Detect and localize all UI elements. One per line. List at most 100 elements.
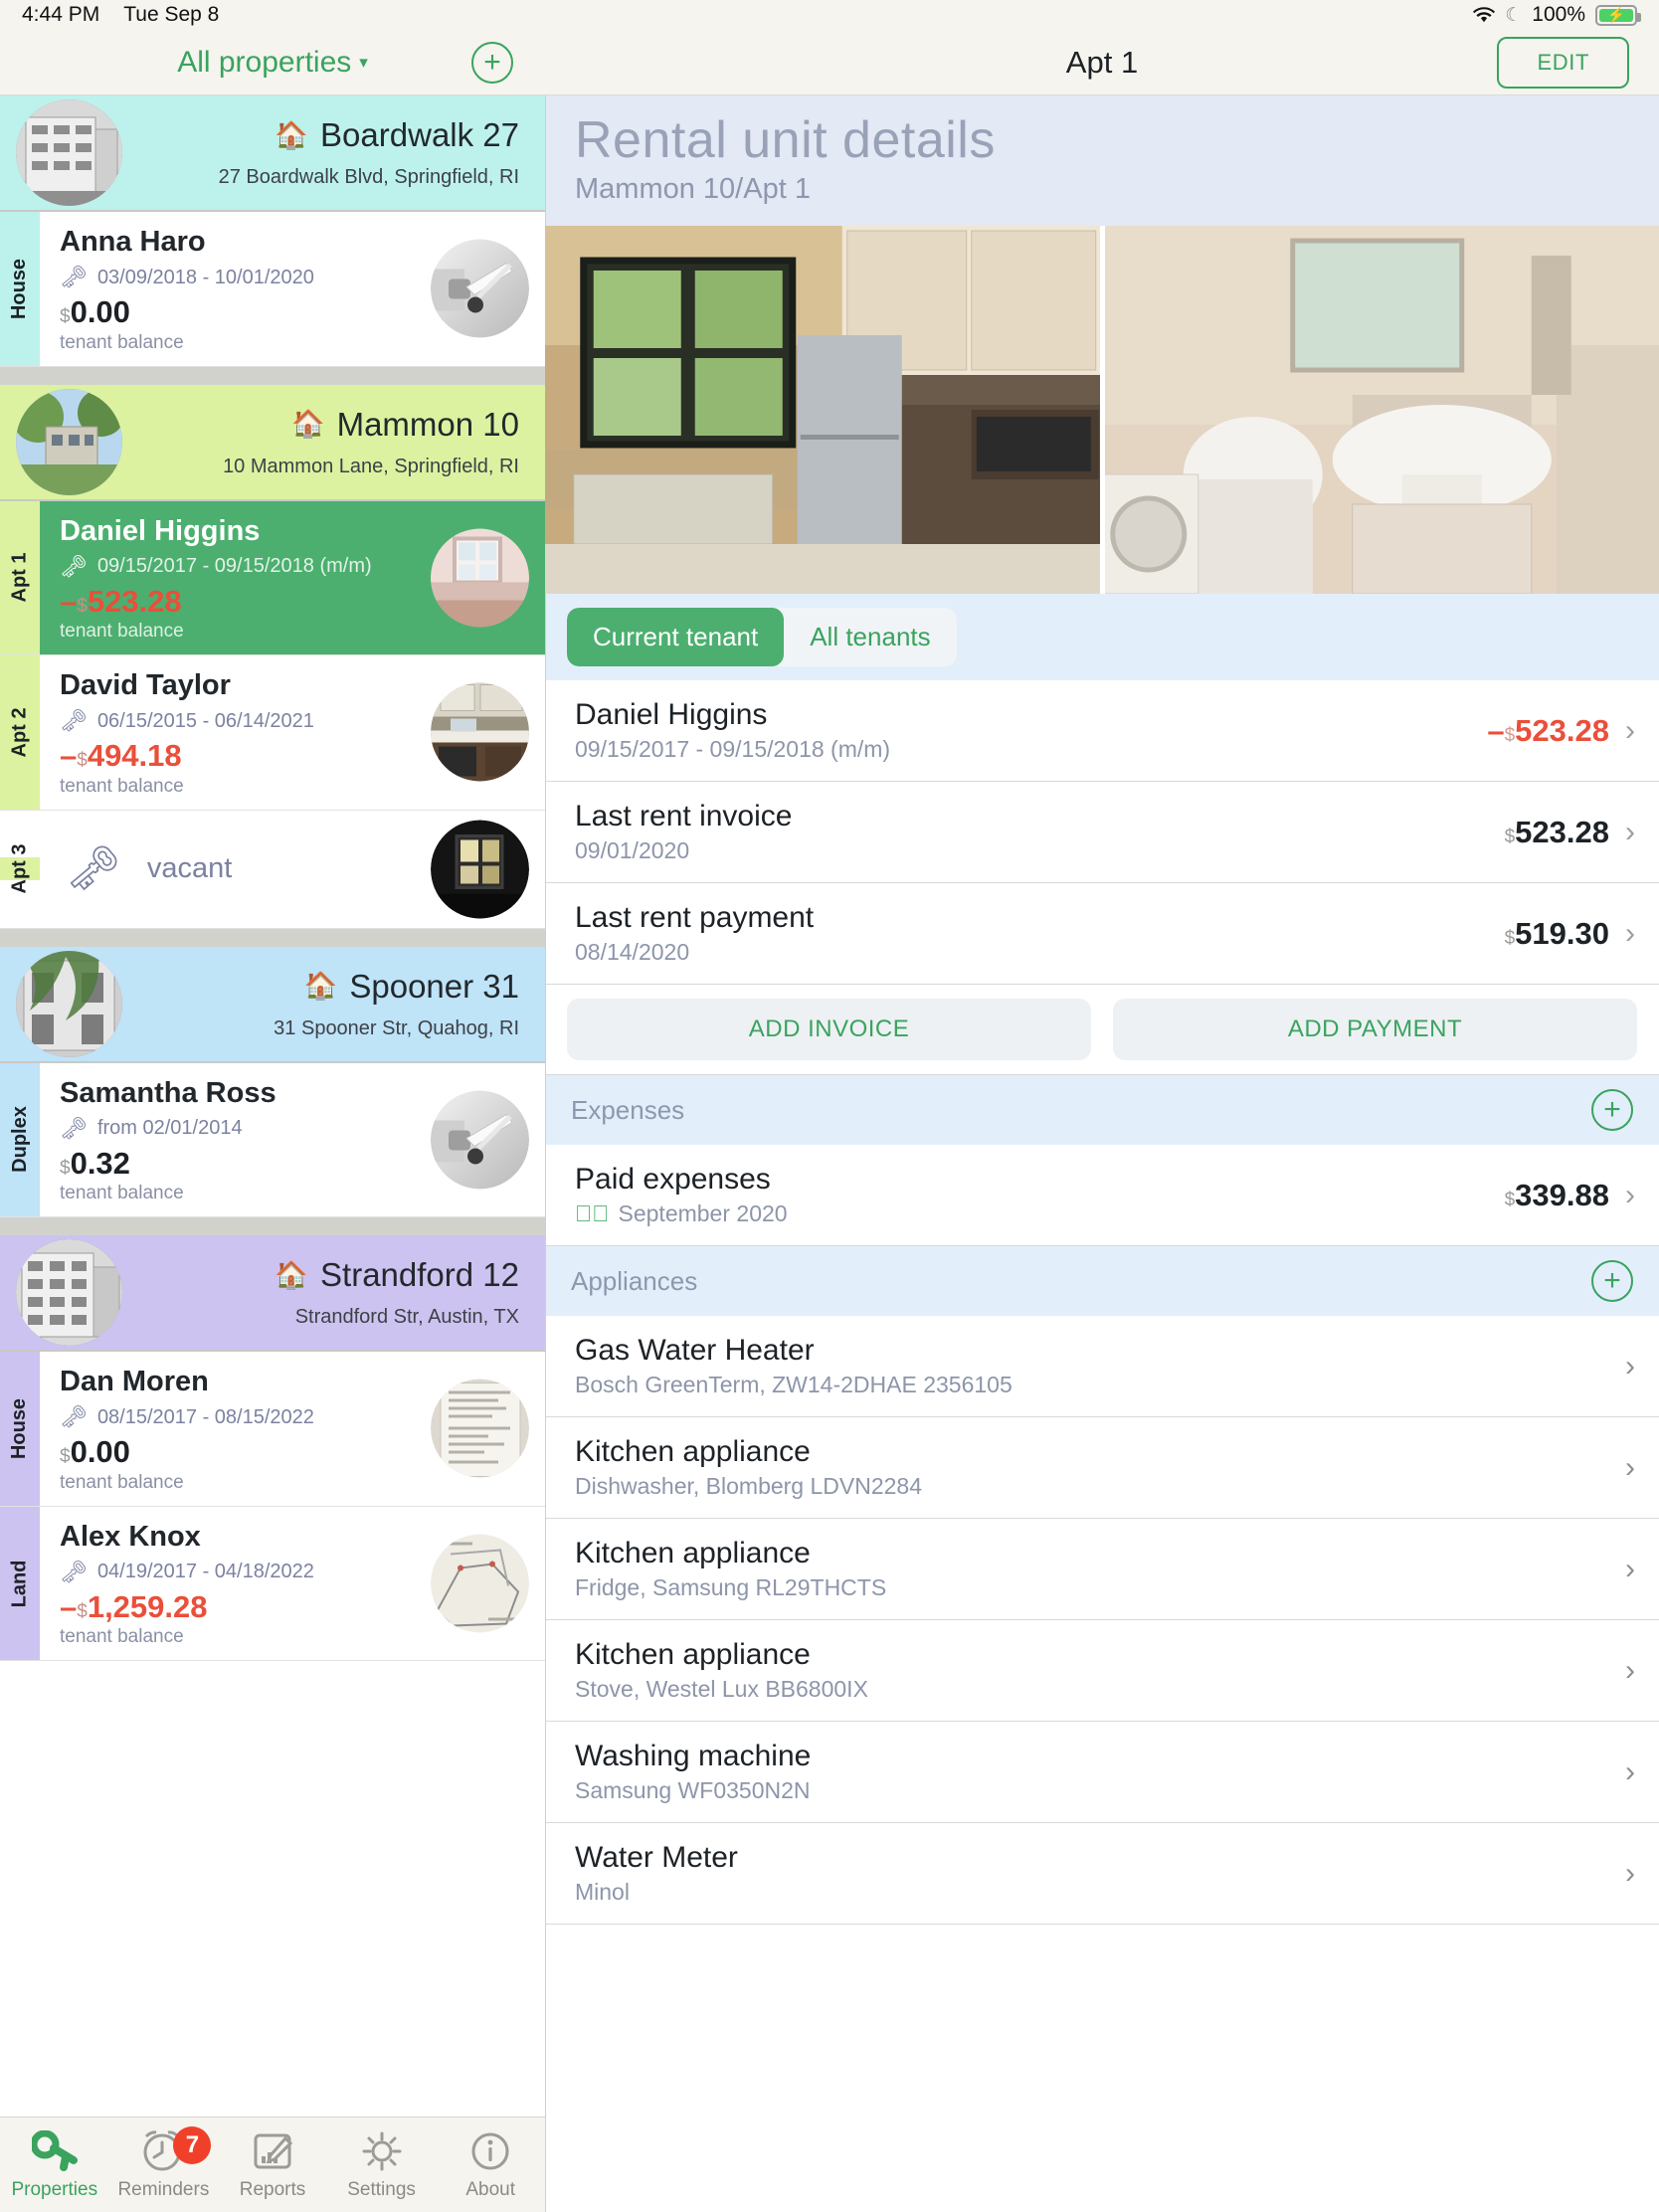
unit-tag: House <box>0 212 40 366</box>
edit-button[interactable]: EDIT <box>1497 36 1629 89</box>
unit-tag: Apt 1 <box>0 500 40 655</box>
section-gap <box>0 1217 545 1236</box>
appliance-title: Kitchen appliance <box>575 1638 811 1672</box>
tab-all-tenants[interactable]: All tenants <box>784 608 956 666</box>
tenant-summary-row[interactable]: Last rent invoice 09/01/2020 $523.28 › <box>545 782 1659 884</box>
property-name-row: 🏠 Strandford 12 <box>122 1256 519 1294</box>
tenant-tabs[interactable]: Current tenant All tenants <box>567 608 957 667</box>
tenant-summary-row[interactable]: Last rent payment 08/14/2020 $519.30 › <box>545 883 1659 986</box>
tenant-dates: 03/09/2018 - 10/01/2020 <box>96 266 314 288</box>
row-amount: 523.28 <box>1515 712 1609 748</box>
appliance-row[interactable]: Water Meter Minol › <box>545 1823 1659 1926</box>
unit-tag-label: Apt 1 <box>8 552 31 603</box>
appliances-list[interactable]: Gas Water Heater Bosch GreenTerm, ZW14-2… <box>545 1316 1659 1926</box>
tab-properties[interactable]: Properties <box>0 2128 109 2201</box>
add-property-button[interactable]: + <box>471 41 513 84</box>
keys-icon: 🗝 <box>66 843 121 893</box>
appliance-title: Kitchen appliance <box>575 1435 811 1469</box>
unit-tag-label: Apt 2 <box>8 707 31 758</box>
bathroom-photo[interactable] <box>1099 226 1659 595</box>
add-payment-button[interactable]: ADD PAYMENT <box>1113 999 1637 1061</box>
appliance-row[interactable]: Kitchen appliance Fridge, Samsung RL29TH… <box>545 1519 1659 1621</box>
chevron-right-icon: › <box>1625 1178 1635 1211</box>
add-invoice-button[interactable]: ADD INVOICE <box>567 999 1091 1061</box>
tab-reminders[interactable]: Reminders 7 <box>109 2126 219 2201</box>
unit-tag: Apt 3 <box>0 844 40 894</box>
tab-label: Reports <box>239 2179 306 2200</box>
key-icon: 🗝 <box>60 265 88 289</box>
property-header[interactable]: 🏠 Boardwalk 27 27 Boardwalk Blvd, Spring… <box>0 95 545 212</box>
home-icon: 🏠 <box>303 971 338 1002</box>
row-title: Last rent invoice <box>575 800 793 833</box>
appliance-main: Kitchen appliance Fridge, Samsung RL29TH… <box>575 1537 1609 1601</box>
appliance-subtitle: Bosch GreenTerm, ZW14-2DHAE 2356105 <box>575 1372 1013 1398</box>
paid-expenses-row[interactable]: Paid expenses ✓⃝ September 2020 $339.88 … <box>545 1145 1659 1247</box>
key-icon: 🗝 <box>60 708 88 734</box>
notification-badge: 7 <box>173 2126 212 2164</box>
unit-photos[interactable] <box>545 226 1659 595</box>
add-expense-button[interactable]: + <box>1591 1089 1633 1132</box>
info-icon <box>467 2128 513 2174</box>
properties-list[interactable]: 🏠 Boardwalk 27 27 Boardwalk Blvd, Spring… <box>0 95 545 1662</box>
chevron-right-icon: › <box>1625 1754 1635 1788</box>
property-address: 27 Boardwalk Blvd, Springfield, RI <box>218 166 519 188</box>
appliance-row[interactable]: Gas Water Heater Bosch GreenTerm, ZW14-2… <box>545 1316 1659 1418</box>
unit-row[interactable]: Apt 3 🗝 vacant <box>0 810 545 929</box>
minus-sign: – <box>60 583 78 619</box>
property-header[interactable]: 🏠 Spooner 31 31 Spooner Str, Quahog, RI <box>0 946 545 1063</box>
tab-current-tenant[interactable]: Current tenant <box>567 608 785 667</box>
bottom-tab-bar[interactable]: Properties Reminders 7 Reports Settings … <box>0 2117 545 2212</box>
expenses-section-title: Expenses <box>571 1094 685 1125</box>
property-name: Spooner 31 <box>349 967 519 1005</box>
appliance-row[interactable]: Washing machine Samsung WF0350N2N › <box>545 1722 1659 1824</box>
paid-expenses-amount: 339.88 <box>1515 1177 1609 1212</box>
home-icon: 🏠 <box>290 409 325 440</box>
status-date: Tue Sep 8 <box>123 3 220 26</box>
unit-tag: House <box>0 1352 40 1506</box>
row-title: Daniel Higgins <box>575 698 768 732</box>
appliance-main: Kitchen appliance Dishwasher, Blomberg L… <box>575 1435 1609 1500</box>
tab-label: Settings <box>347 2179 416 2200</box>
unit-tag: Duplex <box>0 1062 40 1217</box>
action-buttons[interactable]: ADD INVOICE ADD PAYMENT <box>545 985 1659 1076</box>
tab-label: Reminders <box>117 2179 210 2200</box>
all-properties-filter[interactable]: All properties ▾ <box>177 46 368 80</box>
appliance-title: Washing machine <box>575 1740 812 1773</box>
wifi-icon <box>1473 7 1496 23</box>
currency-symbol: $ <box>1504 826 1516 847</box>
property-text: 🏠 Strandford 12 Strandford Str, Austin, … <box>122 1256 545 1329</box>
tenant-summary-row[interactable]: Daniel Higgins 09/15/2017 - 09/15/2018 (… <box>545 680 1659 783</box>
unit-row[interactable]: House Dan Moren 🗝 08/15/2017 - 08/15/202… <box>0 1352 545 1507</box>
unit-row[interactable]: Apt 2 David Taylor 🗝 06/15/2015 - 06/14/… <box>0 655 545 811</box>
unit-thumbnail <box>431 239 529 338</box>
tab-reports[interactable]: Reports <box>218 2128 327 2201</box>
appliance-row[interactable]: Kitchen appliance Dishwasher, Blomberg L… <box>545 1417 1659 1520</box>
unit-row[interactable]: House Anna Haro 🗝 03/09/2018 - 10/01/202… <box>0 212 545 367</box>
unit-row[interactable]: Apt 1 Daniel Higgins 🗝 09/15/2017 - 09/1… <box>0 500 545 656</box>
row-main: Last rent invoice 09/01/2020 <box>575 800 1505 864</box>
tenant-summary-rows[interactable]: Daniel Higgins 09/15/2017 - 09/15/2018 (… <box>545 680 1659 986</box>
property-header[interactable]: 🏠 Mammon 10 10 Mammon Lane, Springfield,… <box>0 384 545 501</box>
page-title: Apt 1 <box>1065 44 1139 80</box>
tab-settings[interactable]: Settings <box>327 2128 437 2201</box>
property-name: Strandford 12 <box>320 1256 519 1294</box>
unit-thumbnail <box>431 1534 529 1633</box>
property-avatar <box>16 99 122 206</box>
row-main: Last rent payment 08/14/2020 <box>575 901 1505 966</box>
section-gap <box>0 366 545 385</box>
property-text: 🏠 Spooner 31 31 Spooner Str, Quahog, RI <box>122 968 545 1040</box>
property-header[interactable]: 🏠 Strandford 12 Strandford Str, Austin, … <box>0 1235 545 1353</box>
battery-charging-icon: ⚡ <box>1595 4 1641 26</box>
unit-row[interactable]: Land Alex Knox 🗝 04/19/2017 - 04/18/2022… <box>0 1506 545 1662</box>
appliance-subtitle: Minol <box>575 1879 630 1906</box>
unit-row[interactable]: Duplex Samantha Ross 🗝 from 02/01/2014 $… <box>0 1062 545 1218</box>
property-name-row: 🏠 Boardwalk 27 <box>122 116 519 154</box>
appliance-title: Kitchen appliance <box>575 1537 811 1570</box>
currency-symbol: $ <box>60 1446 71 1468</box>
appliance-row[interactable]: Kitchen appliance Stove, Westel Lux BB68… <box>545 1620 1659 1723</box>
add-appliance-button[interactable]: + <box>1591 1260 1633 1303</box>
minus-sign: – <box>60 738 78 774</box>
appliance-subtitle: Samsung WF0350N2N <box>575 1777 811 1804</box>
kitchen-photo[interactable] <box>545 226 1100 595</box>
tab-about[interactable]: About <box>436 2128 545 2201</box>
